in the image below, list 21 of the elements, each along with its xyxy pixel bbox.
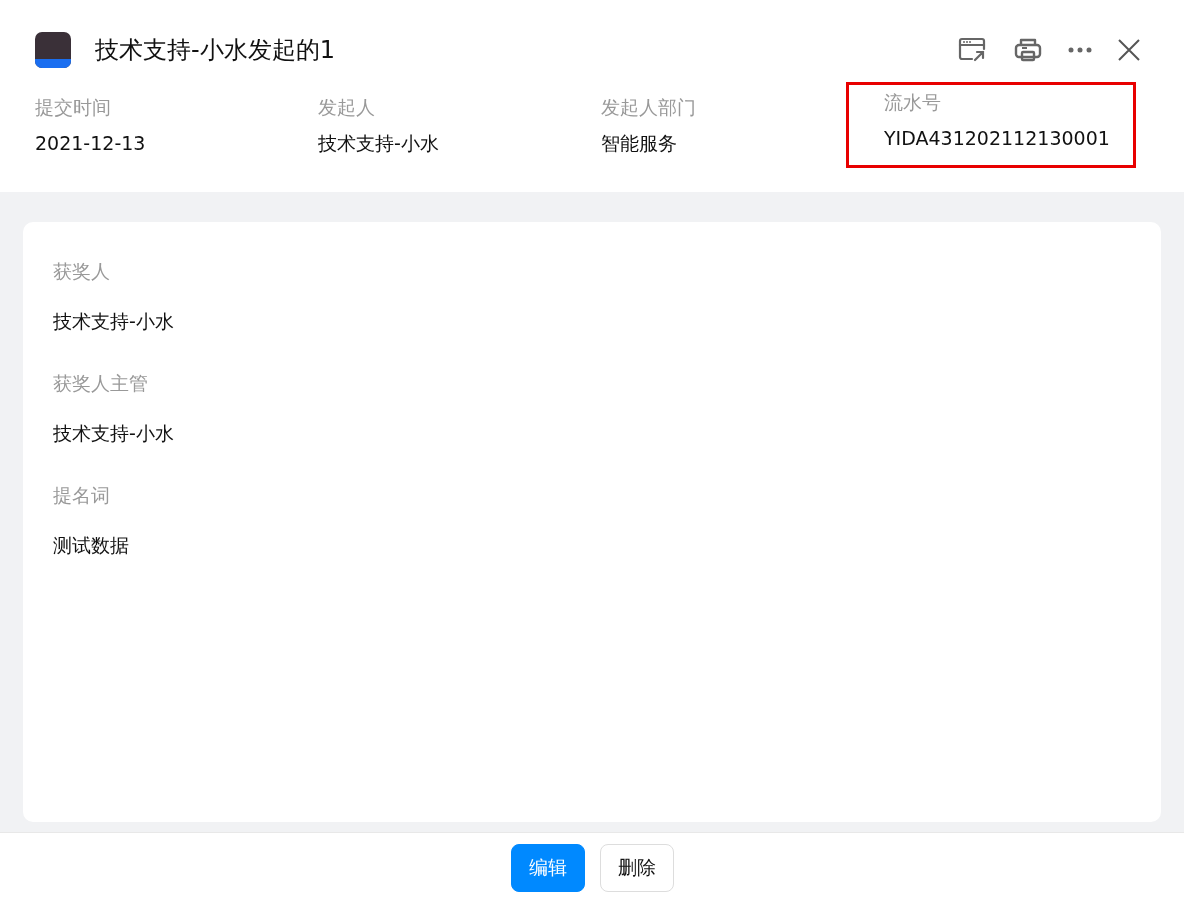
meta-value: 技术支持-小水: [318, 131, 440, 156]
open-window-icon[interactable]: [958, 37, 988, 63]
meta-label: 发起人: [318, 95, 376, 120]
field-label: 提名词: [53, 483, 111, 508]
field-value: 测试数据: [53, 533, 130, 558]
field-value: 技术支持-小水: [53, 309, 175, 334]
field-label: 获奖人主管: [53, 371, 149, 396]
field-label: 获奖人: [53, 259, 111, 284]
meta-label: 发起人部门: [601, 95, 697, 120]
app-icon: [35, 32, 71, 68]
meta-value: YIDA431202112130001: [884, 126, 1111, 151]
delete-button[interactable]: 删除: [599, 844, 674, 892]
meta-value: 智能服务: [601, 131, 678, 156]
meta-label: 提交时间: [35, 95, 112, 120]
meta-label: 流水号: [884, 90, 942, 115]
printer-icon[interactable]: [1014, 37, 1042, 63]
field-value: 技术支持-小水: [53, 421, 175, 446]
more-icon[interactable]: [1068, 46, 1092, 54]
close-icon[interactable]: [1118, 39, 1140, 61]
meta-value: 2021-12-13: [35, 131, 147, 156]
window-title: 技术支持-小水发起的1: [95, 35, 335, 66]
